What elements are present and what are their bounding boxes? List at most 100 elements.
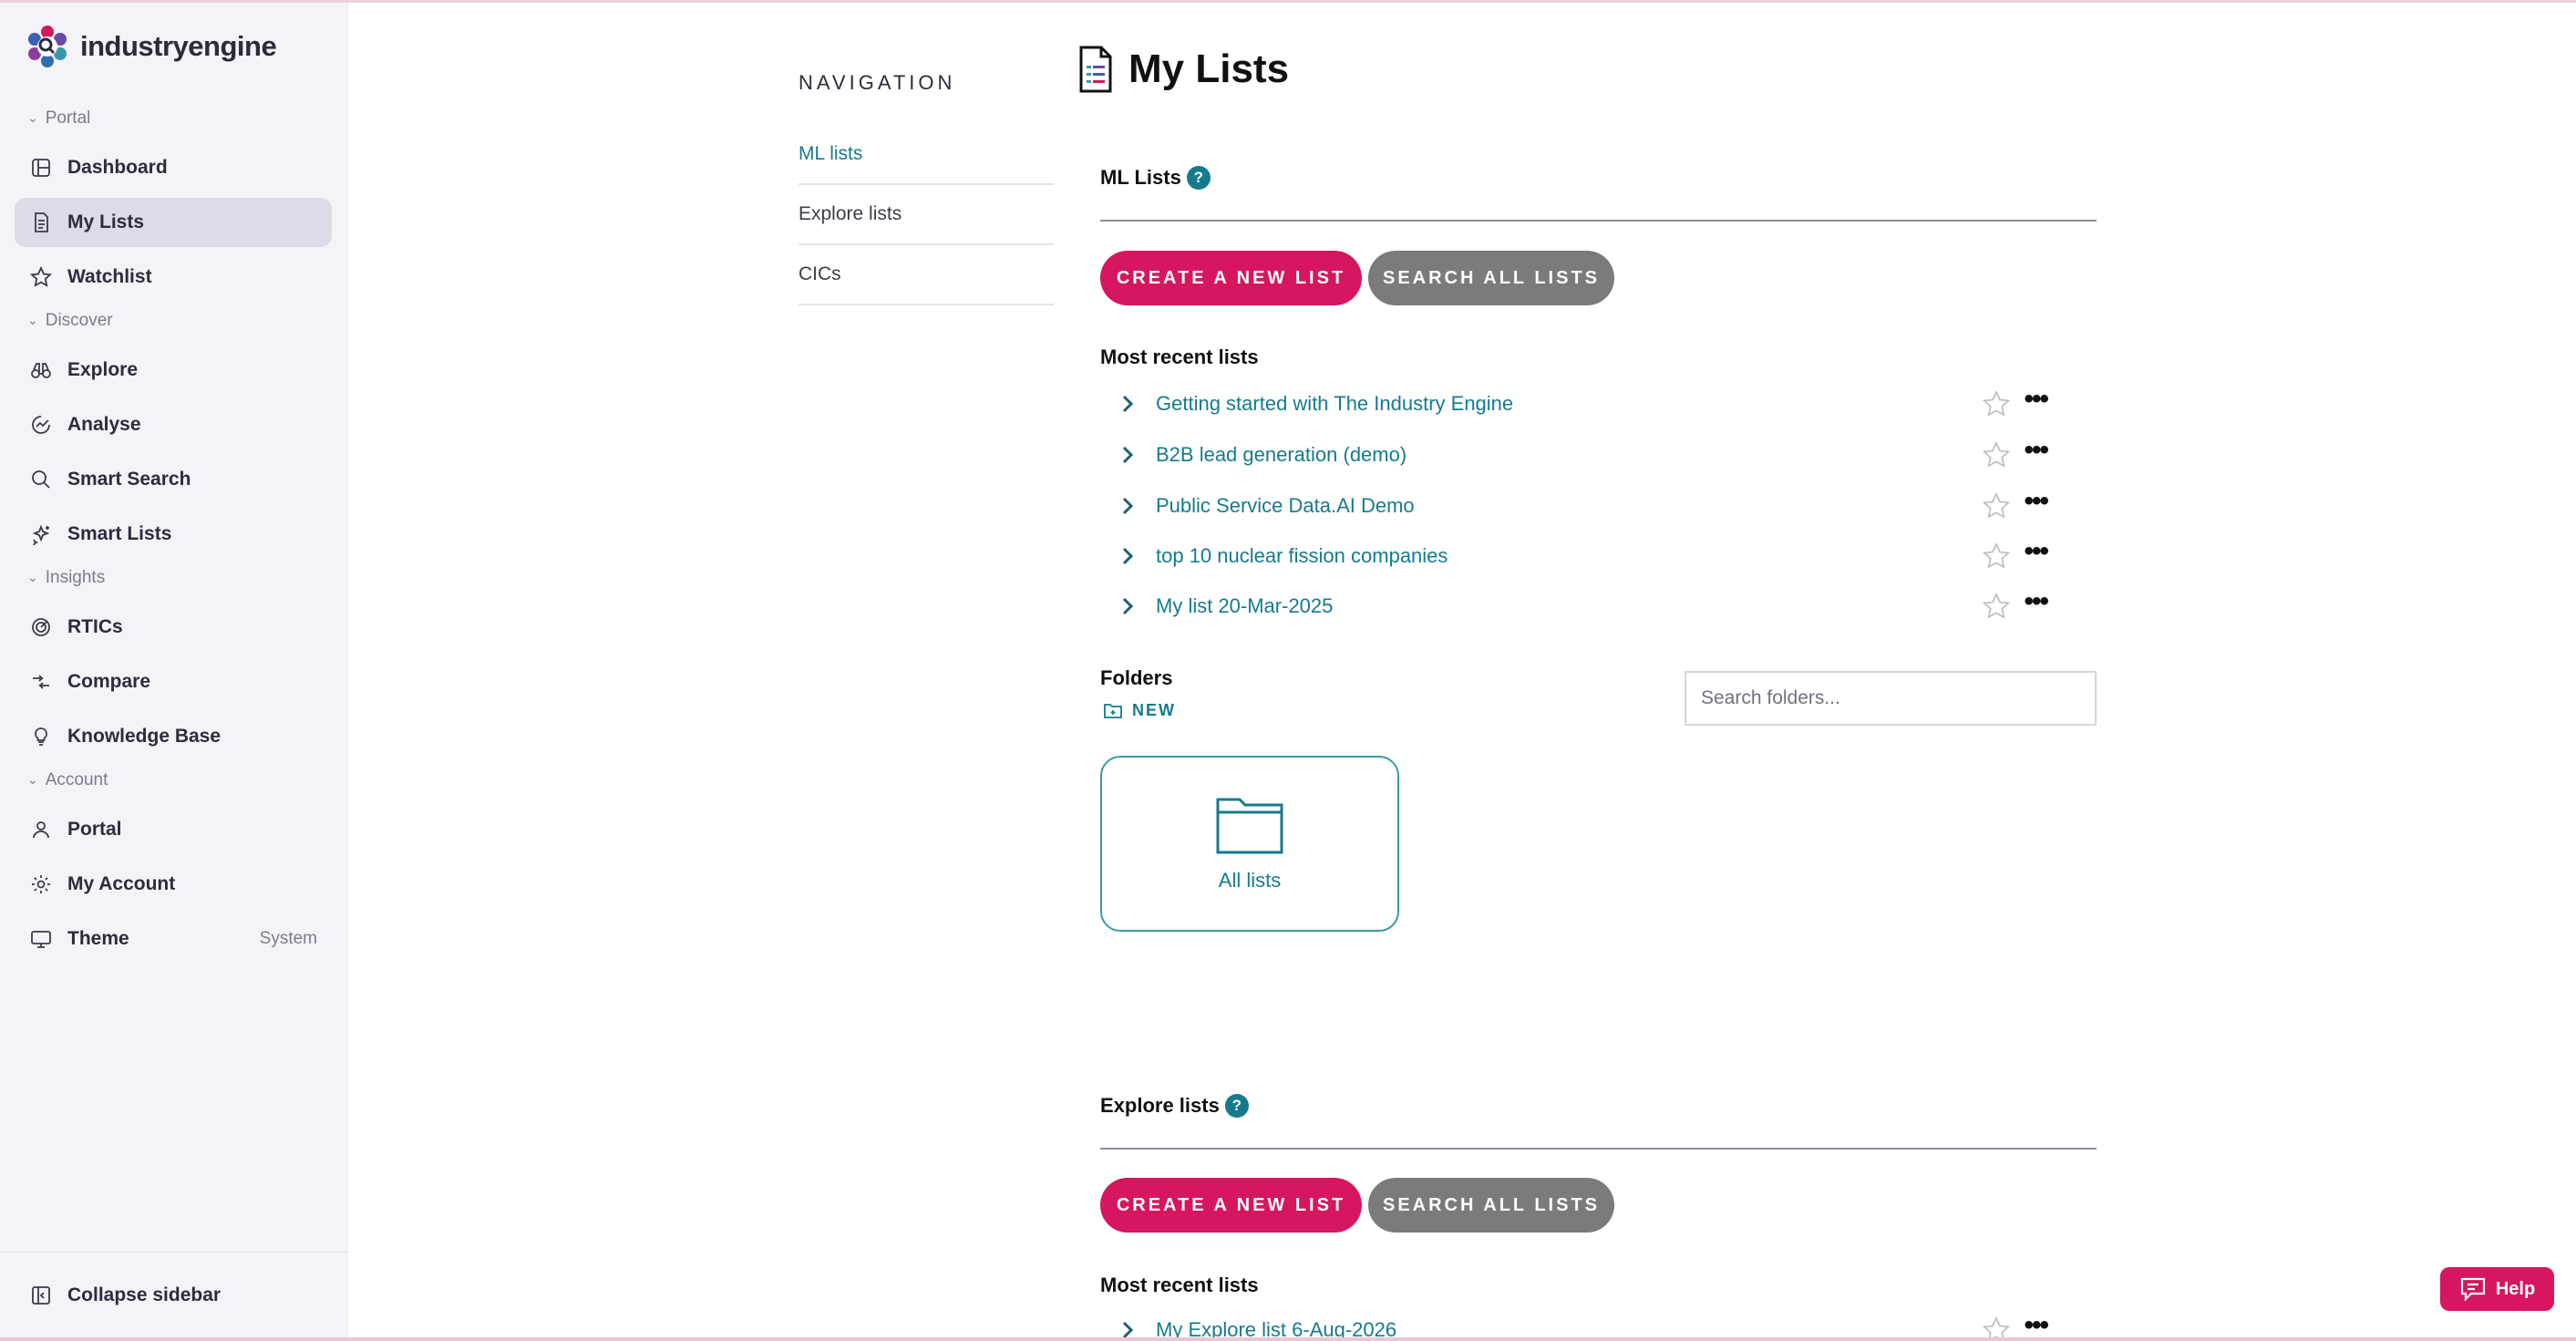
explore-most-recent-heading: Most recent lists xyxy=(1100,1274,1259,1296)
more-options-icon[interactable]: ••• xyxy=(2024,437,2048,464)
explore-lists-heading-text: Explore lists xyxy=(1100,1094,1220,1117)
help-question-icon[interactable]: ? xyxy=(1224,1094,1249,1118)
more-options-icon[interactable]: ••• xyxy=(2024,538,2048,565)
create-new-list-button[interactable]: CREATE A NEW LIST xyxy=(1100,251,1362,305)
create-new-explore-list-button[interactable]: CREATE A NEW LIST xyxy=(1100,1178,1362,1233)
list-item: Public Service Data.AI Demo ••• xyxy=(1118,486,2084,526)
sidebar-item-dashboard[interactable]: Dashboard xyxy=(15,143,332,192)
inner-nav-explore-lists[interactable]: Explore lists xyxy=(799,185,1054,245)
collapse-sidebar-button[interactable]: Collapse sidebar xyxy=(15,1271,332,1320)
sidebar-item-label: My Account xyxy=(67,873,176,894)
section-label: Insights xyxy=(45,568,106,587)
explore-lists-heading: Explore lists ? xyxy=(1100,1094,1249,1118)
sidebar-item-watchlist[interactable]: Watchlist xyxy=(15,253,332,302)
star-icon[interactable] xyxy=(1982,389,2011,418)
chevron-right-icon[interactable] xyxy=(1118,596,1138,616)
section-account[interactable]: ⌄ Account xyxy=(27,770,108,790)
star-icon[interactable] xyxy=(1982,542,2011,571)
sidebar-item-smart-lists[interactable]: Smart Lists xyxy=(15,510,332,559)
sidebar: industryengine ⌄ Portal Dashboard My Lis… xyxy=(0,3,348,1337)
section-divider xyxy=(1100,1148,2097,1150)
sidebar-item-analyse[interactable]: Analyse xyxy=(15,400,332,449)
star-icon xyxy=(29,265,53,289)
inner-nav-cics[interactable]: CICs xyxy=(799,245,1054,305)
folder-card-all-lists[interactable]: All lists xyxy=(1100,756,1399,932)
inner-navigation-title: NAVIGATION xyxy=(799,71,956,94)
folder-icon xyxy=(1216,798,1283,854)
brand-logo[interactable]: industryengine xyxy=(26,25,277,68)
more-options-icon[interactable]: ••• xyxy=(2024,588,2048,615)
list-item-name[interactable]: Public Service Data.AI Demo xyxy=(1156,494,1415,518)
collapse-sidebar-label: Collapse sidebar xyxy=(67,1284,222,1305)
inner-nav-ml-lists[interactable]: ML lists xyxy=(799,125,1054,185)
monitor-icon xyxy=(29,927,53,951)
folders-heading: Folders xyxy=(1100,666,1173,689)
help-button[interactable]: Help xyxy=(2440,1267,2554,1311)
section-label: Discover xyxy=(45,311,113,330)
star-icon[interactable] xyxy=(1982,440,2011,469)
sidebar-item-label: Dashboard xyxy=(67,157,168,178)
sidebar-item-portal[interactable]: Portal xyxy=(15,805,332,854)
search-all-explore-lists-button[interactable]: SEARCH ALL LISTS xyxy=(1368,1178,1614,1233)
section-discover[interactable]: ⌄ Discover xyxy=(27,311,113,331)
document-list-icon xyxy=(1079,46,1112,93)
folder-card-label: All lists xyxy=(1218,869,1282,892)
help-question-icon[interactable]: ? xyxy=(1186,166,1211,190)
page-header: My Lists xyxy=(1077,44,1289,95)
section-portal[interactable]: ⌄ Portal xyxy=(27,108,90,129)
section-label: Account xyxy=(45,770,108,789)
more-options-icon[interactable]: ••• xyxy=(2024,488,2048,515)
sidebar-item-label: My Lists xyxy=(67,211,145,232)
radar-icon xyxy=(29,615,53,639)
search-icon xyxy=(29,468,53,491)
list-item: My Explore list 6-Aug-2026 ••• xyxy=(1118,1310,2084,1341)
sidebar-item-compare[interactable]: Compare xyxy=(15,657,332,707)
sidebar-item-label: Watchlist xyxy=(67,266,152,287)
window-top-border xyxy=(0,0,2576,3)
more-options-icon[interactable]: ••• xyxy=(2024,386,2048,413)
chevron-right-icon[interactable] xyxy=(1118,445,1138,465)
gear-icon xyxy=(29,872,53,896)
dashboard-icon xyxy=(29,156,53,180)
list-item-name[interactable]: My list 20-Mar-2025 xyxy=(1156,594,1333,618)
chevron-right-icon[interactable] xyxy=(1118,394,1138,414)
help-label: Help xyxy=(2495,1278,2536,1299)
document-icon xyxy=(29,211,53,234)
ml-lists-heading: ML Lists ? xyxy=(1100,166,1211,190)
sidebar-item-label: Analyse xyxy=(67,414,141,435)
list-item-name[interactable]: Getting started with The Industry Engine xyxy=(1156,392,1513,416)
window-bottom-border xyxy=(0,1337,2576,1341)
list-item-name[interactable]: B2B lead generation (demo) xyxy=(1156,443,1406,467)
star-icon[interactable] xyxy=(1982,592,2011,621)
search-all-lists-button[interactable]: SEARCH ALL LISTS xyxy=(1368,251,1614,305)
sidebar-item-knowledge-base[interactable]: Knowledge Base xyxy=(15,712,332,761)
sidebar-item-theme[interactable]: Theme System xyxy=(15,914,332,964)
sidebar-item-explore[interactable]: Explore xyxy=(15,346,332,395)
list-item: top 10 nuclear fission companies ••• xyxy=(1118,536,2084,576)
sparkles-icon xyxy=(29,522,53,546)
most-recent-lists-heading: Most recent lists xyxy=(1100,346,1259,368)
sidebar-item-my-account[interactable]: My Account xyxy=(15,860,332,909)
sidebar-item-smart-search[interactable]: Smart Search xyxy=(15,455,332,504)
compare-icon xyxy=(29,670,53,694)
sidebar-item-label: Portal xyxy=(67,819,122,840)
chevron-down-icon: ⌄ xyxy=(27,771,38,787)
star-icon[interactable] xyxy=(1982,491,2011,521)
sidebar-item-rtics[interactable]: RTICs xyxy=(15,603,332,652)
binoculars-icon xyxy=(29,358,53,382)
page-title: My Lists xyxy=(1128,46,1290,91)
sidebar-item-label: Knowledge Base xyxy=(67,726,222,747)
industryengine-logo-icon xyxy=(28,26,67,67)
more-options-icon[interactable]: ••• xyxy=(2024,1312,2048,1339)
list-item: B2B lead generation (demo) ••• xyxy=(1118,435,2084,475)
list-item: My list 20-Mar-2025 ••• xyxy=(1118,586,2084,626)
chevron-right-icon[interactable] xyxy=(1118,546,1138,566)
sidebar-item-my-lists[interactable]: My Lists xyxy=(15,198,332,247)
search-folders-input[interactable] xyxy=(1685,671,2097,726)
list-item-name[interactable]: top 10 nuclear fission companies xyxy=(1156,544,1448,568)
new-folder-button[interactable]: NEW xyxy=(1103,700,1176,720)
sidebar-item-label: Theme xyxy=(67,928,129,949)
brand-name: industryengine xyxy=(80,30,277,62)
chevron-right-icon[interactable] xyxy=(1118,496,1138,516)
section-insights[interactable]: ⌄ Insights xyxy=(27,568,105,588)
